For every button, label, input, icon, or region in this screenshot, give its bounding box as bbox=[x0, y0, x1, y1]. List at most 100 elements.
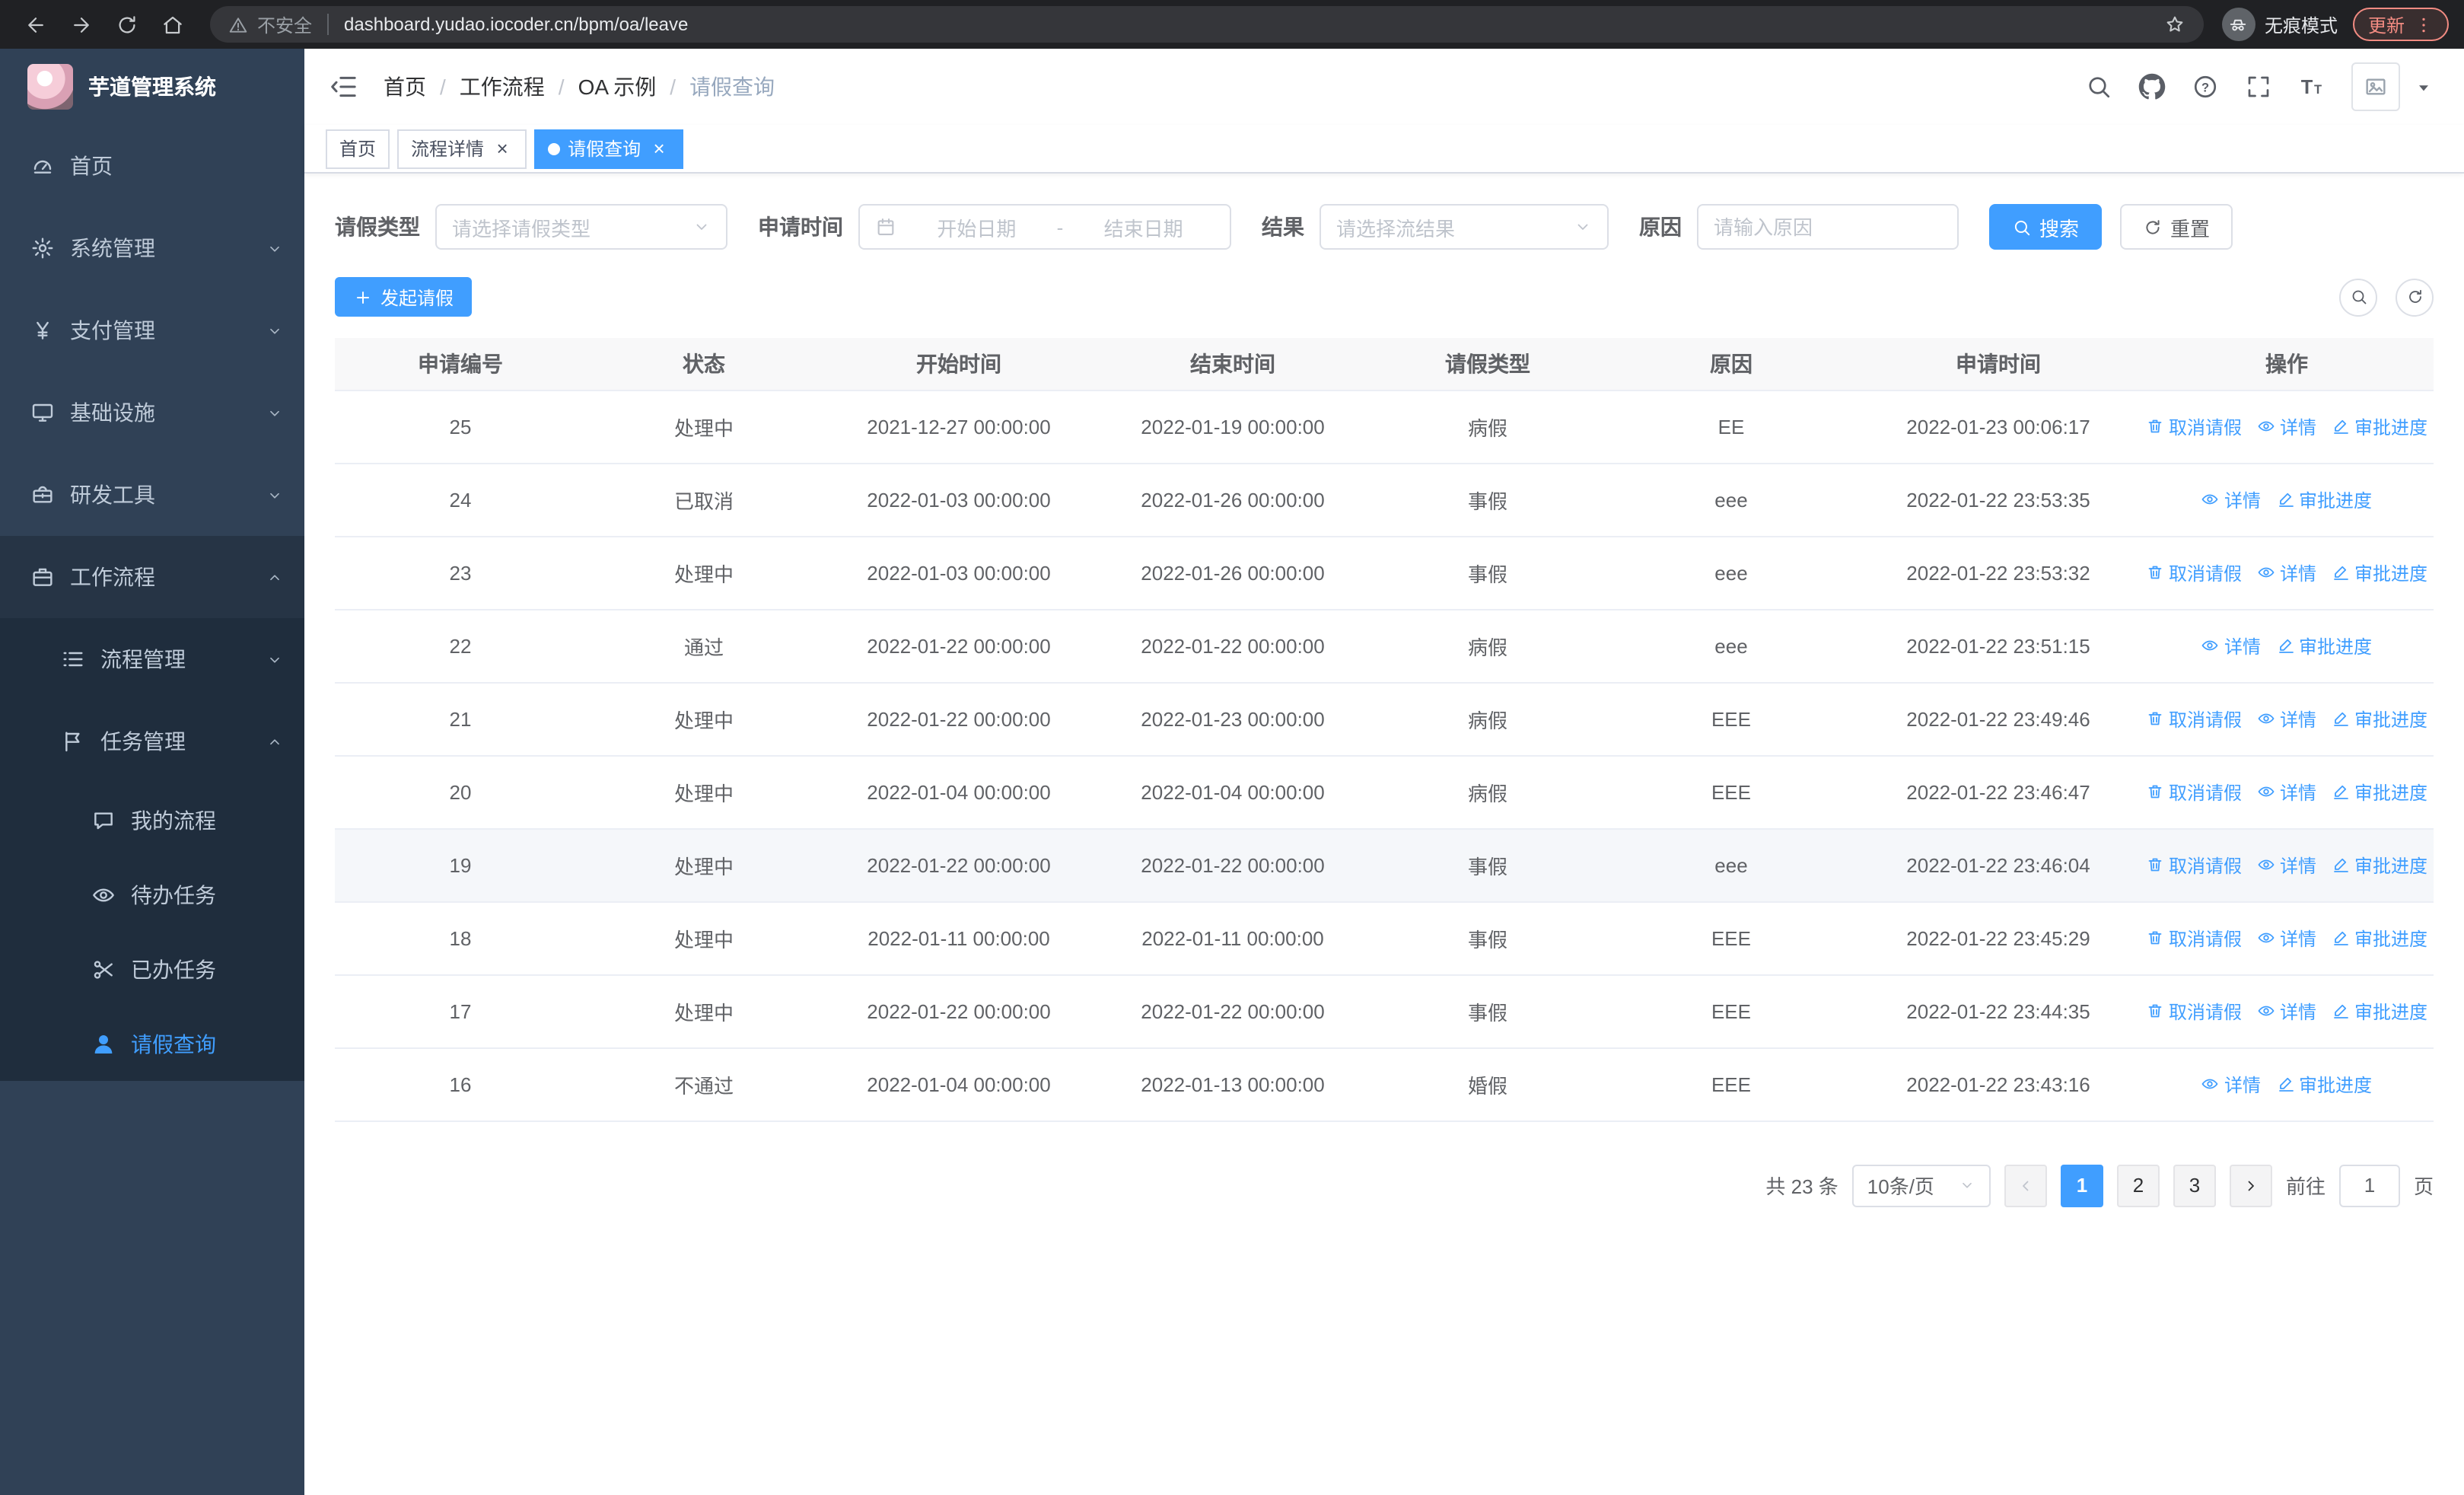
cell-type: 事假 bbox=[1370, 828, 1606, 902]
approval-progress-link[interactable]: 审批进度 bbox=[2276, 486, 2372, 512]
page-size-select[interactable]: 10条/页 bbox=[1851, 1164, 1991, 1207]
approval-progress-link[interactable]: 审批进度 bbox=[2276, 633, 2372, 658]
start-date-placeholder: 开始日期 bbox=[937, 217, 1017, 240]
sidebar-item-label: 待办任务 bbox=[131, 882, 216, 907]
tab-home[interactable]: 首页 bbox=[326, 129, 390, 168]
approval-progress-link[interactable]: 审批进度 bbox=[2332, 413, 2427, 439]
refresh-table-button[interactable] bbox=[2396, 278, 2434, 316]
page-number-button[interactable]: 2 bbox=[2116, 1164, 2160, 1207]
reason-input[interactable] bbox=[1697, 204, 1959, 250]
breadcrumb-item[interactable]: 首页 bbox=[384, 72, 426, 102]
cell-status: 不通过 bbox=[586, 1047, 822, 1121]
prev-page-button[interactable] bbox=[2004, 1164, 2047, 1207]
detail-link[interactable]: 详情 bbox=[2201, 633, 2261, 658]
caret-down-icon[interactable] bbox=[2414, 77, 2434, 97]
home-icon[interactable] bbox=[152, 5, 192, 44]
breadcrumb-item[interactable]: OA 示例 bbox=[578, 72, 657, 102]
sidebar-item-process-mgmt[interactable]: 流程管理 bbox=[0, 618, 304, 700]
cell-reason: EEE bbox=[1606, 682, 1857, 756]
apply-time-range-picker[interactable]: 开始日期 - 结束日期 bbox=[858, 204, 1231, 250]
sidebar-item-leave-query[interactable]: 请假查询 bbox=[0, 1006, 304, 1081]
table-body: 25 处理中 2021-12-27 00:00:00 2022-01-19 00:00… bbox=[335, 390, 2434, 1121]
kebab-menu-icon[interactable] bbox=[2414, 14, 2434, 34]
detail-link[interactable]: 详情 bbox=[2257, 413, 2316, 439]
active-tab-dot bbox=[548, 142, 561, 155]
cell-end: 2022-01-04 00:00:00 bbox=[1096, 755, 1370, 829]
cancel-leave-link[interactable]: 取消请假 bbox=[2146, 559, 2242, 585]
sidebar-item-label: 研发工具 bbox=[70, 483, 155, 507]
approval-progress-link[interactable]: 审批进度 bbox=[2332, 998, 2427, 1024]
create-leave-label: 发起请假 bbox=[380, 287, 454, 308]
cancel-leave-link[interactable]: 取消请假 bbox=[2146, 852, 2242, 878]
page-number-button[interactable]: 1 bbox=[2060, 1164, 2103, 1207]
update-button[interactable]: 更新 bbox=[2352, 8, 2449, 41]
sidebar-item-task-mgmt[interactable]: 任务管理 bbox=[0, 700, 304, 783]
search-button[interactable]: 搜索 bbox=[1989, 204, 2103, 250]
help-icon[interactable]: ? bbox=[2192, 73, 2219, 100]
sidebar-item-label: 支付管理 bbox=[70, 318, 155, 343]
font-size-icon[interactable]: TT bbox=[2298, 73, 2326, 100]
hamburger-icon[interactable] bbox=[329, 72, 359, 102]
sidebar-item-done-tasks[interactable]: 已办任务 bbox=[0, 932, 304, 1006]
page-number-button[interactable]: 3 bbox=[2173, 1164, 2216, 1207]
sidebar-item-infra[interactable]: 基础设施 bbox=[0, 371, 304, 454]
image-icon bbox=[2364, 75, 2388, 99]
action-label: 审批进度 bbox=[2299, 1074, 2373, 1095]
detail-link[interactable]: 详情 bbox=[2257, 998, 2316, 1024]
detail-link[interactable]: 详情 bbox=[2201, 1071, 2261, 1097]
approval-progress-link[interactable]: 审批进度 bbox=[2332, 559, 2427, 585]
sidebar-item-devtools[interactable]: 研发工具 bbox=[0, 454, 304, 536]
sidebar-item-payment[interactable]: 支付管理 bbox=[0, 289, 304, 371]
close-icon[interactable]: × bbox=[648, 137, 670, 160]
cancel-leave-link[interactable]: 取消请假 bbox=[2146, 706, 2242, 732]
bookmark-star-icon[interactable] bbox=[2164, 14, 2185, 35]
reload-icon[interactable] bbox=[107, 5, 146, 44]
approval-progress-link[interactable]: 审批进度 bbox=[2332, 779, 2427, 805]
reset-button[interactable]: 重置 bbox=[2120, 204, 2233, 250]
action-label: 取消请假 bbox=[2168, 1001, 2242, 1022]
forward-icon[interactable] bbox=[61, 5, 100, 44]
toggle-search-button[interactable] bbox=[2339, 278, 2377, 316]
detail-link[interactable]: 详情 bbox=[2257, 925, 2316, 951]
cell-applied: 2022-01-22 23:53:35 bbox=[1857, 463, 2140, 537]
back-icon[interactable] bbox=[15, 5, 55, 44]
tab-leave-query[interactable]: 请假查询 × bbox=[534, 129, 684, 168]
chevron-down-icon bbox=[266, 651, 283, 668]
sidebar-item-todo-tasks[interactable]: 待办任务 bbox=[0, 857, 304, 932]
sidebar-item-workflow[interactable]: 工作流程 bbox=[0, 536, 304, 618]
url-bar[interactable]: 不安全 dashboard.yudao.iocoder.cn/bpm/oa/le… bbox=[210, 6, 2204, 43]
cancel-leave-link[interactable]: 取消请假 bbox=[2146, 779, 2242, 805]
close-icon[interactable]: × bbox=[492, 137, 513, 160]
tab-detail[interactable]: 流程详情 × bbox=[397, 129, 527, 168]
detail-link[interactable]: 详情 bbox=[2257, 852, 2316, 878]
sidebar-item-my-process[interactable]: 我的流程 bbox=[0, 783, 304, 857]
approval-progress-link[interactable]: 审批进度 bbox=[2276, 1071, 2372, 1097]
breadcrumb-item[interactable]: 工作流程 bbox=[460, 72, 545, 102]
detail-link[interactable]: 详情 bbox=[2257, 779, 2316, 805]
fullscreen-icon[interactable] bbox=[2245, 73, 2272, 100]
cancel-leave-link[interactable]: 取消请假 bbox=[2146, 998, 2242, 1024]
approval-progress-link[interactable]: 审批进度 bbox=[2332, 706, 2427, 732]
goto-page-input[interactable] bbox=[2338, 1164, 2400, 1207]
sidebar-item-home[interactable]: 首页 bbox=[0, 125, 304, 207]
sidebar-item-system[interactable]: 系统管理 bbox=[0, 207, 304, 289]
avatar[interactable] bbox=[2351, 62, 2400, 111]
chevron-down-icon bbox=[692, 218, 711, 236]
detail-link[interactable]: 详情 bbox=[2201, 486, 2261, 512]
table-header-row: 申请编号 状态 开始时间 结束时间 请假类型 原因 申请时间 操作 bbox=[335, 338, 2434, 390]
cancel-leave-link[interactable]: 取消请假 bbox=[2146, 925, 2242, 951]
cell-actions: 取消请假 详情 审批进度 bbox=[2140, 755, 2434, 829]
cell-id: 20 bbox=[335, 755, 586, 829]
approval-progress-link[interactable]: 审批进度 bbox=[2332, 925, 2427, 951]
approval-progress-link[interactable]: 审批进度 bbox=[2332, 852, 2427, 878]
cell-end: 2022-01-11 00:00:00 bbox=[1096, 901, 1370, 975]
leave-type-select[interactable]: 请选择请假类型 bbox=[435, 204, 727, 250]
detail-link[interactable]: 详情 bbox=[2257, 706, 2316, 732]
github-icon[interactable] bbox=[2138, 73, 2166, 100]
result-select[interactable]: 请选择流结果 bbox=[1320, 204, 1609, 250]
next-page-button[interactable] bbox=[2229, 1164, 2272, 1207]
detail-link[interactable]: 详情 bbox=[2257, 559, 2316, 585]
search-icon[interactable] bbox=[2085, 73, 2112, 100]
create-leave-button[interactable]: 发起请假 bbox=[335, 277, 473, 317]
cancel-leave-link[interactable]: 取消请假 bbox=[2146, 413, 2242, 439]
